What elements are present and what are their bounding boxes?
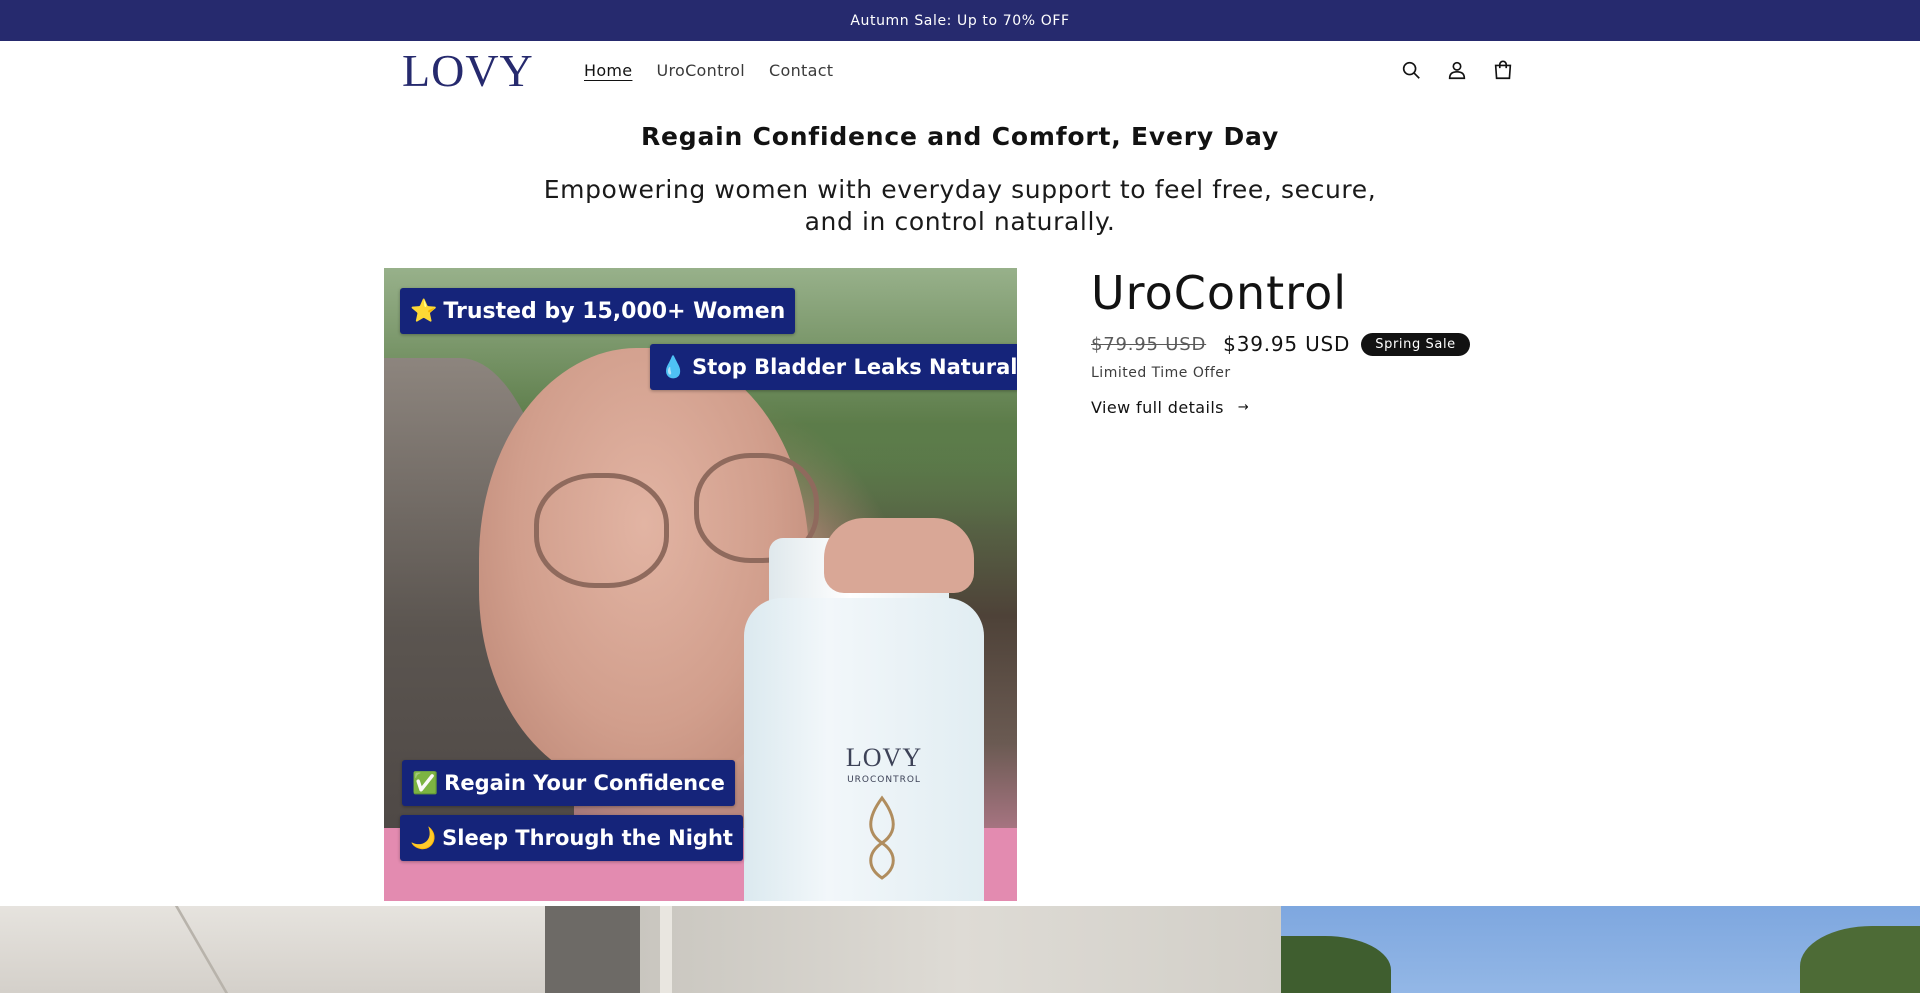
nav-item-home[interactable]: Home [572,61,644,80]
cart-icon[interactable] [1492,59,1514,81]
badge-sleep: 🌙 Sleep Through the Night [400,815,743,861]
badge-confidence: ✅ Regain Your Confidence [402,760,735,806]
badge-sleep-text: Sleep Through the Night [442,826,733,850]
price-sale: $39.95 USD [1223,332,1351,356]
offer-text: Limited Time Offer [1091,365,1231,381]
header-icons [1400,41,1514,99]
gallery-image-1[interactable] [0,906,640,993]
nav-item-urocontrol[interactable]: UroControl [644,61,757,80]
gallery-image-2[interactable] [640,906,1281,993]
check-icon: ✅ [412,770,439,795]
announcement-text: Autumn Sale: Up to 70% OFF [850,12,1070,29]
main-nav: Home UroControl Contact [572,41,845,99]
star-icon: ⭐ [410,298,438,324]
account-icon[interactable] [1446,59,1468,81]
bottle-brand: LOVY [845,743,923,772]
badge-confidence-text: Regain Your Confidence [444,771,725,795]
view-details-label: View full details [1091,398,1224,417]
badge-bladder-text: Stop Bladder Leaks Naturally [692,355,1017,379]
gallery-image-3[interactable] [1281,906,1920,993]
image-detail [660,906,672,993]
moon-icon: 🌙 [410,825,437,850]
bottle-logo-icon [869,795,895,880]
image-detail [174,906,229,993]
site-header: LOVY Home UroControl Contact [0,41,1920,99]
nav-item-contact[interactable]: Contact [757,61,845,80]
hero-title: Regain Confidence and Comfort, Every Day [640,122,1280,151]
view-details-link[interactable]: View full details → [1091,398,1470,417]
image-detail [1800,926,1920,993]
product-info: UroControl $79.95 USD $39.95 USD Spring … [1091,265,1470,417]
arrow-right-icon: → [1237,400,1250,415]
sale-badge: Spring Sale [1361,332,1470,356]
badge-trusted: ⭐ Trusted by 15,000+ Women [400,288,796,334]
droplet-icon: 💧 [660,354,687,379]
image-hand [824,518,974,593]
search-icon[interactable] [1400,59,1422,81]
price-original: $79.95 USD [1091,333,1207,355]
product-title[interactable]: UroControl [1091,265,1470,321]
image-detail [545,906,640,993]
image-glasses-left [534,473,669,588]
hero-subtitle: Empowering women with everyday support t… [543,175,1377,236]
image-detail [1281,936,1391,993]
price-row: $79.95 USD $39.95 USD Spring Sale [1091,332,1470,356]
site-logo[interactable]: LOVY [402,46,534,96]
bottle-product: UROCONTROL [847,775,921,785]
badge-bladder: 💧 Stop Bladder Leaks Naturally [650,344,1017,390]
announcement-bar: Autumn Sale: Up to 70% OFF [0,0,1920,41]
product-image[interactable]: LOVY UROCONTROL ⭐ Trusted by 15,000+ Wom… [384,268,1017,901]
bottle-label: LOVY UROCONTROL [824,743,944,785]
badge-trusted-text: Trusted by 15,000+ Women [443,298,786,324]
